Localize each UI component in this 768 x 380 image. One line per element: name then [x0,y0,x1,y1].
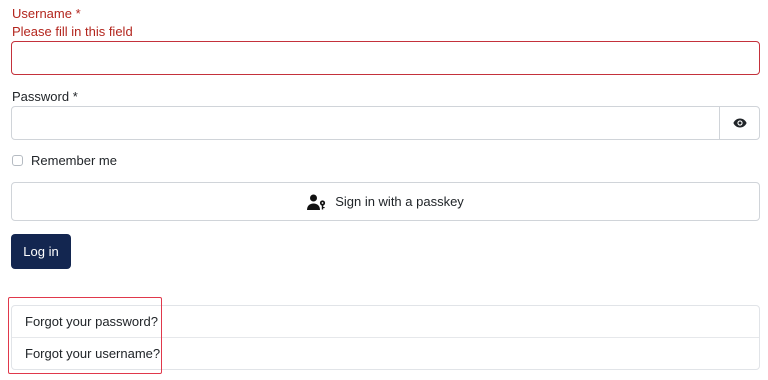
forgot-username-link[interactable]: Forgot your username? [12,337,759,369]
passkey-signin-button[interactable]: Sign in with a passkey [11,182,760,221]
remember-me: Remember me [12,153,117,168]
password-group [11,106,760,140]
show-password-button[interactable] [719,107,759,139]
remember-me-label: Remember me [31,153,117,168]
username-error-message: Please fill in this field [12,24,133,39]
username-label: Username * [12,6,81,21]
help-links-list: Forgot your password? Forgot your userna… [11,305,760,370]
password-label: Password * [12,89,78,104]
login-button[interactable]: Log in [11,234,71,269]
password-input[interactable] [12,107,719,139]
username-input[interactable] [11,41,760,75]
forgot-password-link[interactable]: Forgot your password? [12,306,759,337]
user-key-icon [307,194,327,210]
passkey-signin-label: Sign in with a passkey [335,194,464,209]
eye-icon [732,118,747,128]
remember-me-checkbox[interactable] [12,155,23,166]
